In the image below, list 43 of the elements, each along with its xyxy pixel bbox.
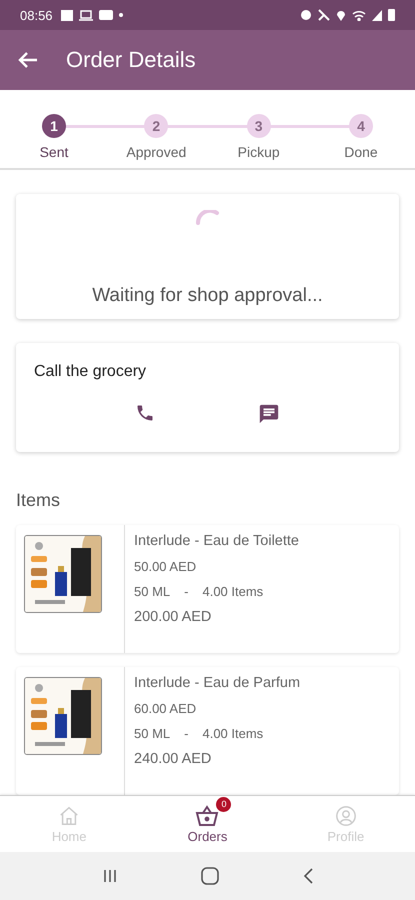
battery-icon <box>388 9 395 21</box>
wifi-icon <box>352 10 366 20</box>
step-label: Pickup <box>238 144 280 160</box>
step-circle: 3 <box>246 114 271 138</box>
recents-button[interactable] <box>102 869 118 883</box>
status-message: Waiting for shop approval... <box>92 285 323 308</box>
item-total: 240.00 AED <box>134 751 212 767</box>
item-total: 200.00 AED <box>134 609 212 625</box>
home-button[interactable] <box>201 867 220 885</box>
separator: - <box>184 726 188 741</box>
item-name: Interlude - Eau de Toilette <box>134 533 299 549</box>
step-circle: 1 <box>42 114 66 138</box>
location-icon <box>336 9 346 21</box>
step-label: Sent <box>40 144 68 160</box>
spinner-icon <box>194 210 220 226</box>
laptop-icon <box>78 10 93 20</box>
dot-icon <box>118 13 123 17</box>
item-price: 50.00 AED <box>134 559 198 574</box>
contact-title: Call the grocery <box>34 363 148 382</box>
page-title: Order Details <box>66 47 196 73</box>
home-icon <box>58 804 80 826</box>
item-size: 50 ML <box>134 584 170 599</box>
step-label: Done <box>344 144 378 160</box>
status-time: 08:56 <box>20 8 53 22</box>
item-name: Interlude - Eau de Parfum <box>134 675 300 691</box>
video-icon <box>98 10 113 20</box>
step-circle: 2 <box>144 114 168 138</box>
signal-icon <box>372 10 382 20</box>
step-label: Approved <box>126 144 186 160</box>
item-quantity: 4.00 Items <box>202 726 264 741</box>
count-badge: 0 <box>216 796 232 812</box>
back-nav-button[interactable] <box>303 868 314 884</box>
step-circle: 4 <box>348 114 373 138</box>
back-button[interactable] <box>18 51 38 69</box>
item-price: 60.00 AED <box>134 701 198 716</box>
basket-icon <box>195 804 220 826</box>
item-size: 50 ML <box>134 726 170 741</box>
item-quantity: 4.00 Items <box>202 584 264 599</box>
message-icon[interactable] <box>258 403 280 426</box>
profile-icon <box>334 804 357 826</box>
nav-tab[interactable]: 0 Orders <box>138 796 277 852</box>
separator: - <box>184 584 188 599</box>
items-heading: Items <box>16 490 62 511</box>
